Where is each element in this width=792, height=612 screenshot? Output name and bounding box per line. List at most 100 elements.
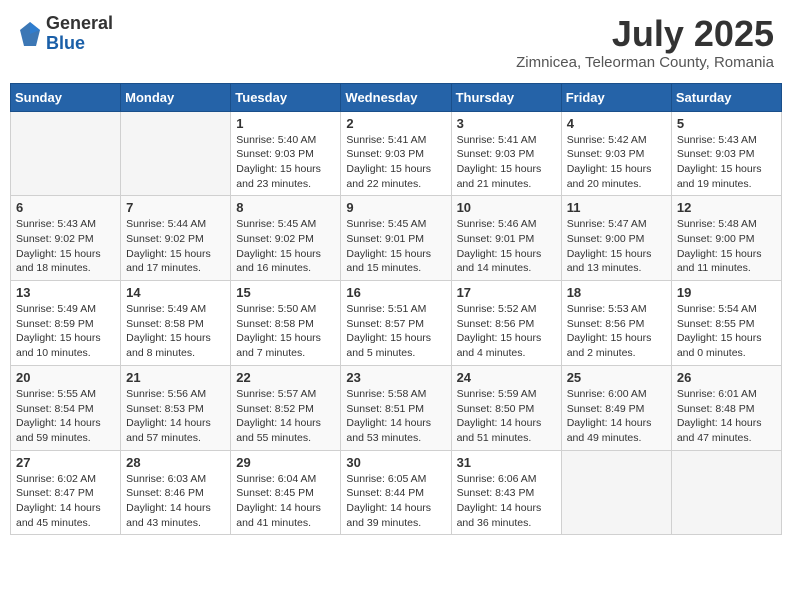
day-info: Sunrise: 6:01 AMSunset: 8:48 PMDaylight:… xyxy=(677,387,776,446)
day-info: Sunrise: 5:45 AMSunset: 9:01 PMDaylight:… xyxy=(346,217,445,276)
day-number: 31 xyxy=(457,455,556,470)
calendar-day-cell: 2 Sunrise: 5:41 AMSunset: 9:03 PMDaylight… xyxy=(341,111,451,196)
day-number: 21 xyxy=(126,370,225,385)
calendar-day-cell: 22 Sunrise: 5:57 AMSunset: 8:52 PMDayligh… xyxy=(231,365,341,450)
day-info: Sunrise: 6:04 AMSunset: 8:45 PMDaylight:… xyxy=(236,472,335,531)
logo-blue: Blue xyxy=(46,33,85,53)
day-number: 19 xyxy=(677,285,776,300)
day-number: 29 xyxy=(236,455,335,470)
day-number: 6 xyxy=(16,200,115,215)
weekday-header: Saturday xyxy=(671,83,781,111)
calendar-day-cell: 13Sunrise: 5:49 AMSunset: 8:59 PMDayligh… xyxy=(11,281,121,366)
calendar-day-cell: 14 Sunrise: 5:49 AMSunset: 8:58 PMDayligh… xyxy=(121,281,231,366)
day-number: 18 xyxy=(567,285,666,300)
day-number: 24 xyxy=(457,370,556,385)
weekday-header: Monday xyxy=(121,83,231,111)
calendar-day-cell xyxy=(671,450,781,535)
day-number: 4 xyxy=(567,116,666,131)
calendar-day-cell: 16 Sunrise: 5:51 AMSunset: 8:57 PMDayligh… xyxy=(341,281,451,366)
calendar-day-cell: 20 Sunrise: 5:55 AMSunset: 8:54 PMDayligh… xyxy=(11,365,121,450)
weekday-header: Friday xyxy=(561,83,671,111)
day-info: Sunrise: 5:47 AMSunset: 9:00 PMDaylight:… xyxy=(567,217,666,276)
calendar-day-cell: 15 Sunrise: 5:50 AMSunset: 8:58 PMDayligh… xyxy=(231,281,341,366)
logo: General Blue xyxy=(18,14,113,54)
calendar-day-cell: 28 Sunrise: 6:03 AMSunset: 8:46 PMDayligh… xyxy=(121,450,231,535)
calendar-day-cell: 5Sunrise: 5:43 AMSunset: 9:03 PMDaylight… xyxy=(671,111,781,196)
day-number: 5 xyxy=(677,116,776,131)
day-number: 25 xyxy=(567,370,666,385)
day-number: 28 xyxy=(126,455,225,470)
calendar-day-cell: 8 Sunrise: 5:45 AMSunset: 9:02 PMDaylight… xyxy=(231,196,341,281)
day-number: 26 xyxy=(677,370,776,385)
calendar-header-row: SundayMondayTuesdayWednesdayThursdayFrid… xyxy=(11,83,782,111)
day-info: Sunrise: 5:44 AMSunset: 9:02 PMDaylight:… xyxy=(126,217,225,276)
logo-general: General xyxy=(46,13,113,33)
calendar-day-cell: 1 Sunrise: 5:40 AMSunset: 9:03 PMDaylight… xyxy=(231,111,341,196)
calendar-week-row: 13Sunrise: 5:49 AMSunset: 8:59 PMDayligh… xyxy=(11,281,782,366)
page-header: General Blue July 2025 Zimnicea, Teleorm… xyxy=(10,10,782,75)
day-number: 1 xyxy=(236,116,335,131)
day-info: Sunrise: 5:41 AMSunset: 9:03 PMDaylight:… xyxy=(346,133,445,192)
day-info: Sunrise: 6:02 AMSunset: 8:47 PMDaylight:… xyxy=(16,472,115,531)
day-info: Sunrise: 5:51 AMSunset: 8:57 PMDaylight:… xyxy=(346,302,445,361)
day-number: 30 xyxy=(346,455,445,470)
calendar-day-cell: 3 Sunrise: 5:41 AMSunset: 9:03 PMDaylight… xyxy=(451,111,561,196)
day-number: 13 xyxy=(16,285,115,300)
day-info: Sunrise: 5:55 AMSunset: 8:54 PMDaylight:… xyxy=(16,387,115,446)
day-number: 7 xyxy=(126,200,225,215)
day-number: 20 xyxy=(16,370,115,385)
day-number: 10 xyxy=(457,200,556,215)
calendar-day-cell: 21Sunrise: 5:56 AMSunset: 8:53 PMDayligh… xyxy=(121,365,231,450)
title-block: July 2025 Zimnicea, Teleorman County, Ro… xyxy=(516,14,774,71)
day-number: 14 xyxy=(126,285,225,300)
day-info: Sunrise: 5:53 AMSunset: 8:56 PMDaylight:… xyxy=(567,302,666,361)
logo-text: General Blue xyxy=(46,14,113,54)
day-info: Sunrise: 6:03 AMSunset: 8:46 PMDaylight:… xyxy=(126,472,225,531)
calendar-week-row: 20 Sunrise: 5:55 AMSunset: 8:54 PMDayligh… xyxy=(11,365,782,450)
day-number: 16 xyxy=(346,285,445,300)
day-info: Sunrise: 5:59 AMSunset: 8:50 PMDaylight:… xyxy=(457,387,556,446)
day-info: Sunrise: 5:43 AMSunset: 9:02 PMDaylight:… xyxy=(16,217,115,276)
calendar-day-cell: 23 Sunrise: 5:58 AMSunset: 8:51 PMDayligh… xyxy=(341,365,451,450)
day-info: Sunrise: 6:00 AMSunset: 8:49 PMDaylight:… xyxy=(567,387,666,446)
day-info: Sunrise: 5:50 AMSunset: 8:58 PMDaylight:… xyxy=(236,302,335,361)
logo-icon xyxy=(18,20,42,48)
day-number: 22 xyxy=(236,370,335,385)
day-info: Sunrise: 5:52 AMSunset: 8:56 PMDaylight:… xyxy=(457,302,556,361)
day-info: Sunrise: 5:46 AMSunset: 9:01 PMDaylight:… xyxy=(457,217,556,276)
day-number: 2 xyxy=(346,116,445,131)
day-number: 3 xyxy=(457,116,556,131)
day-info: Sunrise: 5:57 AMSunset: 8:52 PMDaylight:… xyxy=(236,387,335,446)
calendar-day-cell: 24 Sunrise: 5:59 AMSunset: 8:50 PMDayligh… xyxy=(451,365,561,450)
calendar-week-row: 6 Sunrise: 5:43 AMSunset: 9:02 PMDaylight… xyxy=(11,196,782,281)
calendar-day-cell xyxy=(121,111,231,196)
weekday-header: Tuesday xyxy=(231,83,341,111)
day-number: 12 xyxy=(677,200,776,215)
day-info: Sunrise: 5:45 AMSunset: 9:02 PMDaylight:… xyxy=(236,217,335,276)
calendar-day-cell xyxy=(11,111,121,196)
day-info: Sunrise: 5:48 AMSunset: 9:00 PMDaylight:… xyxy=(677,217,776,276)
calendar-week-row: 27 Sunrise: 6:02 AMSunset: 8:47 PMDayligh… xyxy=(11,450,782,535)
calendar-day-cell: 10 Sunrise: 5:46 AMSunset: 9:01 PMDayligh… xyxy=(451,196,561,281)
calendar-day-cell: 6 Sunrise: 5:43 AMSunset: 9:02 PMDaylight… xyxy=(11,196,121,281)
calendar-week-row: 1 Sunrise: 5:40 AMSunset: 9:03 PMDaylight… xyxy=(11,111,782,196)
day-number: 8 xyxy=(236,200,335,215)
calendar-day-cell: 9 Sunrise: 5:45 AMSunset: 9:01 PMDaylight… xyxy=(341,196,451,281)
calendar-table: SundayMondayTuesdayWednesdayThursdayFrid… xyxy=(10,83,782,536)
day-info: Sunrise: 5:58 AMSunset: 8:51 PMDaylight:… xyxy=(346,387,445,446)
month-title: July 2025 xyxy=(516,14,774,54)
calendar-day-cell: 27 Sunrise: 6:02 AMSunset: 8:47 PMDayligh… xyxy=(11,450,121,535)
day-number: 9 xyxy=(346,200,445,215)
day-number: 27 xyxy=(16,455,115,470)
day-info: Sunrise: 5:40 AMSunset: 9:03 PMDaylight:… xyxy=(236,133,335,192)
calendar-day-cell xyxy=(561,450,671,535)
day-info: Sunrise: 5:41 AMSunset: 9:03 PMDaylight:… xyxy=(457,133,556,192)
calendar-day-cell: 19 Sunrise: 5:54 AMSunset: 8:55 PMDayligh… xyxy=(671,281,781,366)
day-info: Sunrise: 5:42 AMSunset: 9:03 PMDaylight:… xyxy=(567,133,666,192)
day-number: 23 xyxy=(346,370,445,385)
day-info: Sunrise: 5:54 AMSunset: 8:55 PMDaylight:… xyxy=(677,302,776,361)
day-info: Sunrise: 6:05 AMSunset: 8:44 PMDaylight:… xyxy=(346,472,445,531)
day-number: 15 xyxy=(236,285,335,300)
day-info: Sunrise: 5:49 AMSunset: 8:58 PMDaylight:… xyxy=(126,302,225,361)
day-number: 11 xyxy=(567,200,666,215)
